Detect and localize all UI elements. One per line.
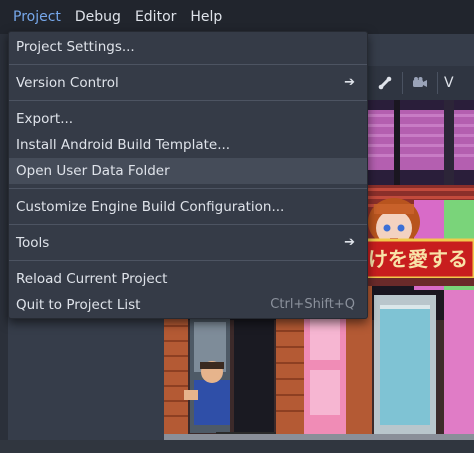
menu-item-version-control[interactable]: Version Control ➔ [9,70,367,96]
view-menu-button[interactable]: V [438,75,454,91]
menu-item-label: Customize Engine Build Configuration... [16,199,285,215]
left-dock-panel [0,34,8,453]
menu-debug[interactable]: Debug [68,0,128,34]
menu-item-export[interactable]: Export... [9,106,367,132]
viewport-toolbar: V [368,66,474,100]
menu-item-label: Tools [16,235,50,251]
menu-item-tools[interactable]: Tools ➔ [9,230,367,256]
menu-item-shortcut: Ctrl+Shift+Q [270,297,355,312]
menu-item-project-settings[interactable]: Project Settings... [9,34,367,60]
menu-separator [9,60,367,70]
project-menu-dropdown: Project Settings... Version Control ➔ Ex… [8,31,368,319]
menu-item-label: Install Android Build Template... [16,137,231,153]
menu-item-label: Export... [16,111,74,127]
viewport-bottom-strip [0,440,474,453]
menu-editor[interactable]: Editor [128,0,183,34]
bone-tool-button[interactable] [368,66,402,100]
submenu-arrow-icon: ➔ [344,235,355,250]
menu-item-label: Open User Data Folder [16,163,170,179]
bone-icon [378,76,392,90]
menu-item-open-user-data-folder[interactable]: Open User Data Folder [9,158,367,184]
menu-separator [9,96,367,106]
menu-item-reload-project[interactable]: Reload Current Project [9,266,367,292]
menu-separator [9,184,367,194]
menu-item-customize-engine-build[interactable]: Customize Engine Build Configuration... [9,194,367,220]
menu-item-install-android-template[interactable]: Install Android Build Template... [9,132,367,158]
submenu-arrow-icon: ➔ [344,75,355,90]
menu-separator [9,220,367,230]
menu-separator [9,256,367,266]
shop-sign-text: けを愛する [368,247,468,271]
menu-help[interactable]: Help [183,0,229,34]
camera-icon [413,77,427,87]
menu-item-label: Quit to Project List [16,297,141,313]
menu-item-quit-to-project-list[interactable]: Quit to Project List Ctrl+Shift+Q [9,292,367,318]
menu-item-label: Project Settings... [16,39,135,55]
menu-item-label: Version Control [16,75,119,91]
camera-tool-button[interactable] [403,66,437,100]
menu-item-label: Reload Current Project [16,271,168,287]
menu-project[interactable]: Project [6,0,68,34]
main-menubar: Project Debug Editor Help [0,0,474,34]
